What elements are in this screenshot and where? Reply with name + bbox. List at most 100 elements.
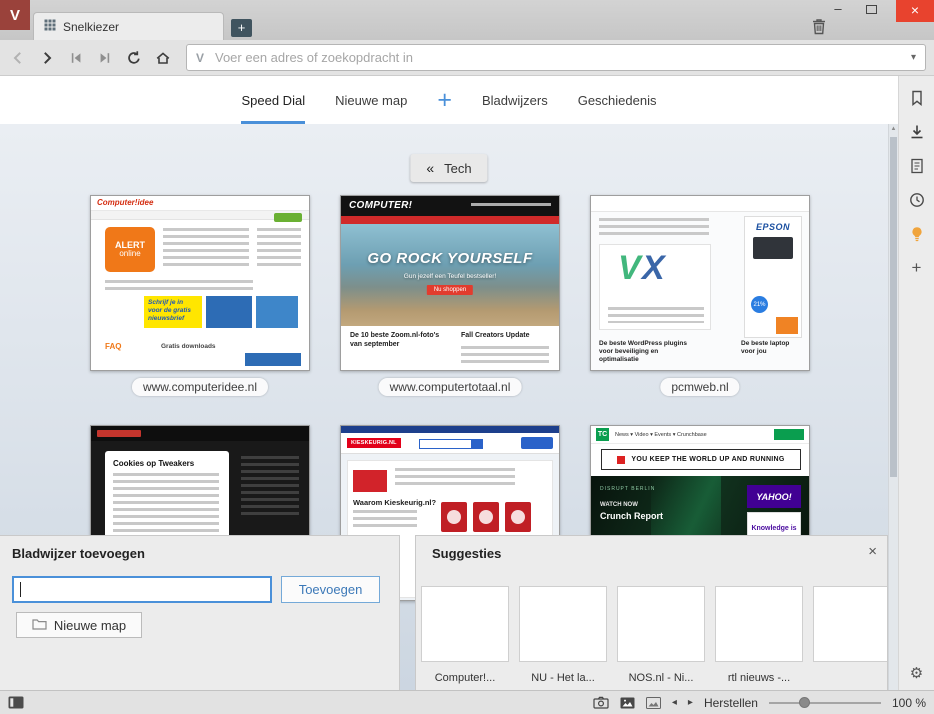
- settings-gear-icon[interactable]: ⚙: [910, 664, 923, 682]
- article-headline: De beste WordPress plugins voor beveilig…: [599, 340, 695, 364]
- panel-title: Suggesties: [432, 546, 501, 561]
- ad-brand: EPSON: [745, 222, 801, 232]
- zoom-slider-thumb[interactable]: [799, 697, 810, 708]
- add-bookmark-panel: Bladwijzer toevoegen Toevoegen Nieuwe ma…: [0, 535, 400, 690]
- product-image: [441, 502, 467, 532]
- content-heading: Waarom Kieskeurig.nl?: [353, 498, 436, 507]
- bookmarks-panel-icon[interactable]: [908, 89, 926, 107]
- history-panel-icon[interactable]: [908, 191, 926, 209]
- nav-buttons: [5, 45, 176, 71]
- text-caret: [20, 582, 21, 597]
- add-bookmark-button[interactable]: Toevoegen: [281, 576, 380, 603]
- site-thumbnail: COMPUTER! GO ROCK YOURSELF Gun jezelf ee…: [340, 195, 560, 371]
- toggle-panel-button[interactable]: [8, 691, 24, 714]
- trash-closed-tabs-button[interactable]: [808, 18, 830, 40]
- speed-dial-item-computeridee[interactable]: Computer!idee ALERT online Schrijf je in…: [90, 195, 310, 371]
- tab-geschiedenis[interactable]: Geschiedenis: [578, 76, 657, 124]
- rewind-button[interactable]: [63, 45, 89, 71]
- newsletter-promo: Schrijf je in voor de gratis nieuwsbrief: [144, 296, 202, 328]
- hero-subtitle: Gun jezelf een Teufel bestseller!: [341, 273, 559, 280]
- vivaldi-address-icon: V: [196, 51, 204, 65]
- suggestions-lightbulb-icon[interactable]: [908, 225, 926, 243]
- discount-badge: 21%: [751, 296, 768, 313]
- restore-tab-button[interactable]: Herstellen: [704, 696, 758, 710]
- blue-promo-box: [206, 296, 252, 328]
- panel-title: Bladwijzer toevoegen: [12, 546, 145, 561]
- maximize-button[interactable]: [866, 5, 877, 14]
- suggestion-thumbnail: [421, 586, 509, 662]
- vivaldi-menu-button[interactable]: V: [0, 0, 30, 30]
- printer-image: [753, 237, 793, 259]
- site-header: [591, 196, 809, 212]
- text-lines: [257, 228, 301, 270]
- trash-icon: [809, 17, 829, 42]
- speed-dial-item-computertotaal[interactable]: COMPUTER! GO ROCK YOURSELF Gun jezelf ee…: [340, 195, 560, 371]
- site-thumbnail: Computer!idee ALERT online Schrijf je in…: [90, 195, 310, 371]
- gratis-label: Gratis downloads: [161, 343, 216, 350]
- epson-ad: EPSON 21%: [744, 216, 802, 338]
- crunch-report-title: Crunch Report: [600, 511, 663, 521]
- reload-button[interactable]: [121, 45, 147, 71]
- panel-toggle-icon: [8, 696, 24, 709]
- article-headline: De beste laptop voor jou: [741, 340, 803, 356]
- suggestion-item[interactable]: NOS.nl - Ni...: [617, 586, 705, 684]
- suggestions-list: Computer!... NU - Het la... NOS.nl - Ni.…: [421, 586, 887, 684]
- suggestion-item[interactable]: NU - Het la...: [519, 586, 607, 684]
- speed-dial-item-pcmweb[interactable]: V X EPSON 21% De beste WordPress plugins…: [590, 195, 810, 371]
- bookmark-name-input[interactable]: [21, 578, 268, 601]
- tab-speed-dial[interactable]: Snelkiezer: [33, 12, 224, 40]
- orange-deal-box: [776, 317, 798, 334]
- address-bar: V ▾: [186, 44, 926, 71]
- fast-forward-button[interactable]: [92, 45, 118, 71]
- group-back-button[interactable]: « Tech: [410, 154, 487, 182]
- techcrunch-logo: TC: [596, 428, 609, 441]
- forward-button[interactable]: [34, 45, 60, 71]
- text-lines: [163, 228, 249, 270]
- bookmark-input-wrap: [12, 576, 272, 603]
- zoom-slider[interactable]: [769, 702, 881, 704]
- scroll-up-arrow[interactable]: ▲: [889, 126, 898, 132]
- site-search-bar: [419, 439, 483, 449]
- yahoo-ad: YAHOO!: [747, 485, 801, 508]
- suggestion-item[interactable]: rtl nieuws -...: [715, 586, 803, 684]
- suggestion-label: NU - Het la...: [519, 672, 607, 684]
- article-headline: Fall Creators Update: [461, 332, 551, 339]
- notes-panel-icon[interactable]: [908, 157, 926, 175]
- images-off-icon[interactable]: [646, 697, 661, 709]
- close-button[interactable]: ×: [896, 0, 934, 22]
- tab-speed-dial-nav[interactable]: Speed Dial: [241, 76, 305, 124]
- downloads-panel-icon[interactable]: [908, 123, 926, 141]
- minimize-button[interactable]: –: [826, 1, 850, 19]
- dial-label: pcmweb.nl: [660, 378, 739, 396]
- back-button[interactable]: [5, 45, 31, 71]
- tab-nieuwe-map[interactable]: Nieuwe map: [335, 76, 407, 124]
- close-icon[interactable]: ×: [868, 543, 877, 560]
- tile-right-icon[interactable]: ▸: [688, 697, 693, 708]
- new-tab-button[interactable]: +: [231, 19, 252, 37]
- status-bar: ◂ ▸ Herstellen 100 %: [0, 690, 934, 714]
- home-button[interactable]: [150, 45, 176, 71]
- hero-title: GO ROCK YOURSELF: [341, 250, 559, 267]
- tweakers-logo: [97, 430, 141, 437]
- add-group-button[interactable]: +: [437, 76, 452, 124]
- site-top-bar: [341, 426, 559, 433]
- new-folder-button[interactable]: Nieuwe map: [16, 612, 142, 638]
- site-menu: News ▾ Video ▾ Events ▾ Crunchbase: [615, 432, 707, 438]
- suggestion-item[interactable]: Computer!...: [421, 586, 509, 684]
- capture-page-icon[interactable]: [593, 696, 609, 709]
- scrollbar-thumb[interactable]: [890, 137, 897, 477]
- tab-bladwijzers[interactable]: Bladwijzers: [482, 76, 548, 124]
- suggestion-thumbnail: [813, 586, 887, 662]
- vivaldi-logo-icon: V: [10, 7, 20, 24]
- add-panel-icon[interactable]: +: [908, 259, 926, 277]
- tile-left-icon[interactable]: ◂: [672, 697, 677, 708]
- address-input[interactable]: [215, 46, 897, 69]
- address-dropdown-icon[interactable]: ▾: [911, 52, 916, 63]
- suggestion-item[interactable]: [813, 586, 887, 684]
- images-on-icon[interactable]: [620, 697, 635, 709]
- scrollbar[interactable]: ▲: [888, 124, 898, 690]
- title-bar: V Snelkiezer + – ×: [0, 0, 934, 40]
- folder-icon: [32, 618, 47, 633]
- search-button-green: [774, 429, 804, 440]
- article-headline: De 10 beste Zoom.nl-foto's van september: [350, 332, 446, 350]
